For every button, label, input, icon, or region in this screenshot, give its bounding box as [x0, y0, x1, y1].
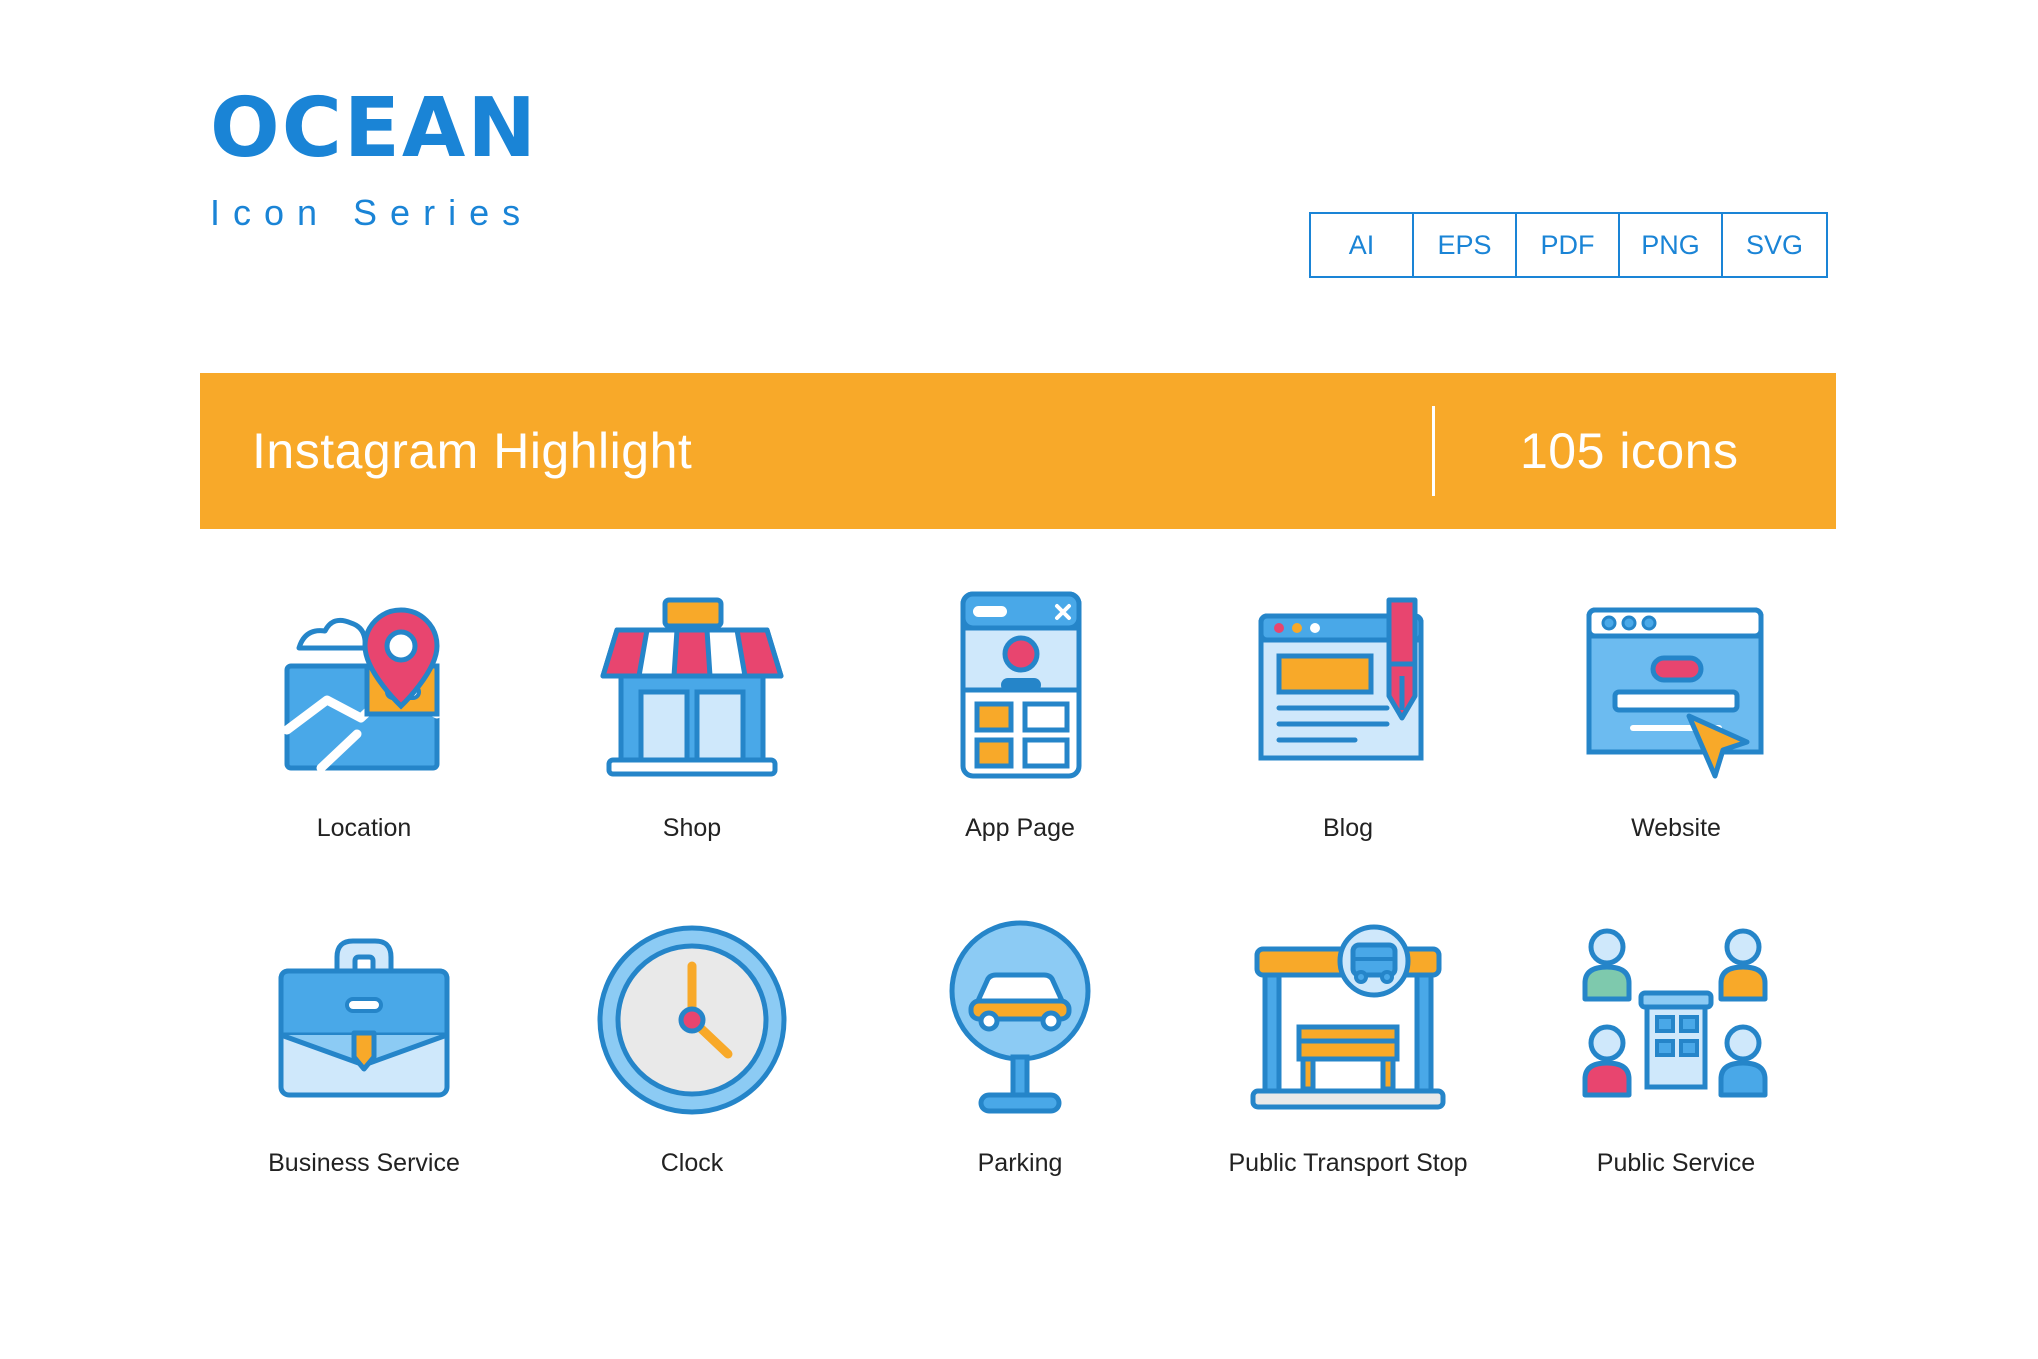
icon-caption: Clock — [660, 1149, 724, 1177]
icon-caption: Business Service — [268, 1149, 460, 1177]
icon-cell-business-service: Business Service — [200, 905, 528, 1178]
format-list: AI EPS PDF PNG SVG — [1309, 212, 1828, 278]
icon-caption: Parking — [977, 1149, 1063, 1177]
clock-icon — [577, 905, 807, 1135]
icon-cell-public-service: Public Service — [1512, 905, 1840, 1178]
icon-cell-website: Website — [1512, 570, 1840, 843]
format-eps: EPS — [1414, 214, 1517, 276]
banner-divider — [1432, 406, 1435, 496]
format-ai: AI — [1311, 214, 1414, 276]
location-icon — [249, 570, 479, 800]
icon-cell-app-page: App Page — [856, 570, 1184, 843]
icon-grid: Location Shop App Page Blog Website Busi… — [200, 570, 1840, 1178]
app-page-icon — [905, 570, 1135, 800]
bus-stop-icon — [1233, 905, 1463, 1135]
icon-cell-shop: Shop — [528, 570, 856, 843]
briefcase-icon — [249, 905, 479, 1135]
public-service-icon — [1561, 905, 1791, 1135]
format-png: PNG — [1620, 214, 1723, 276]
shop-icon — [577, 570, 807, 800]
icon-caption: Location — [316, 814, 412, 842]
brand-block: OCEAN Icon Series — [210, 88, 538, 234]
website-icon — [1561, 570, 1791, 800]
icon-cell-clock: Clock — [528, 905, 856, 1178]
icon-caption: Public Service — [1596, 1149, 1756, 1177]
brand-subtitle: Icon Series — [210, 192, 534, 233]
format-svg: SVG — [1745, 229, 1804, 260]
blog-icon — [1233, 570, 1463, 800]
icon-caption: Public Transport Stop — [1228, 1149, 1468, 1177]
icon-cell-public-transport-stop: Public Transport Stop — [1184, 905, 1512, 1178]
icon-caption: Website — [1631, 814, 1721, 842]
icon-cell-parking: Parking — [856, 905, 1184, 1178]
icon-caption: Shop — [662, 814, 722, 842]
icon-caption: Blog — [1322, 814, 1374, 842]
category-banner: Instagram Highlight 105 icons — [200, 373, 1836, 529]
icon-caption: App Page — [965, 814, 1075, 842]
parking-icon — [905, 905, 1135, 1135]
brand-title: OCEAN — [210, 81, 538, 176]
format-pdf: PDF — [1517, 214, 1620, 276]
icon-set-page: OCEAN Icon Series AI EPS PDF PNG SVG Ins… — [0, 0, 2038, 1359]
icon-cell-blog: Blog — [1184, 570, 1512, 843]
icon-cell-location: Location — [200, 570, 528, 843]
banner-title: Instagram Highlight — [252, 423, 693, 479]
banner-count: 105 icons — [1520, 423, 1739, 479]
